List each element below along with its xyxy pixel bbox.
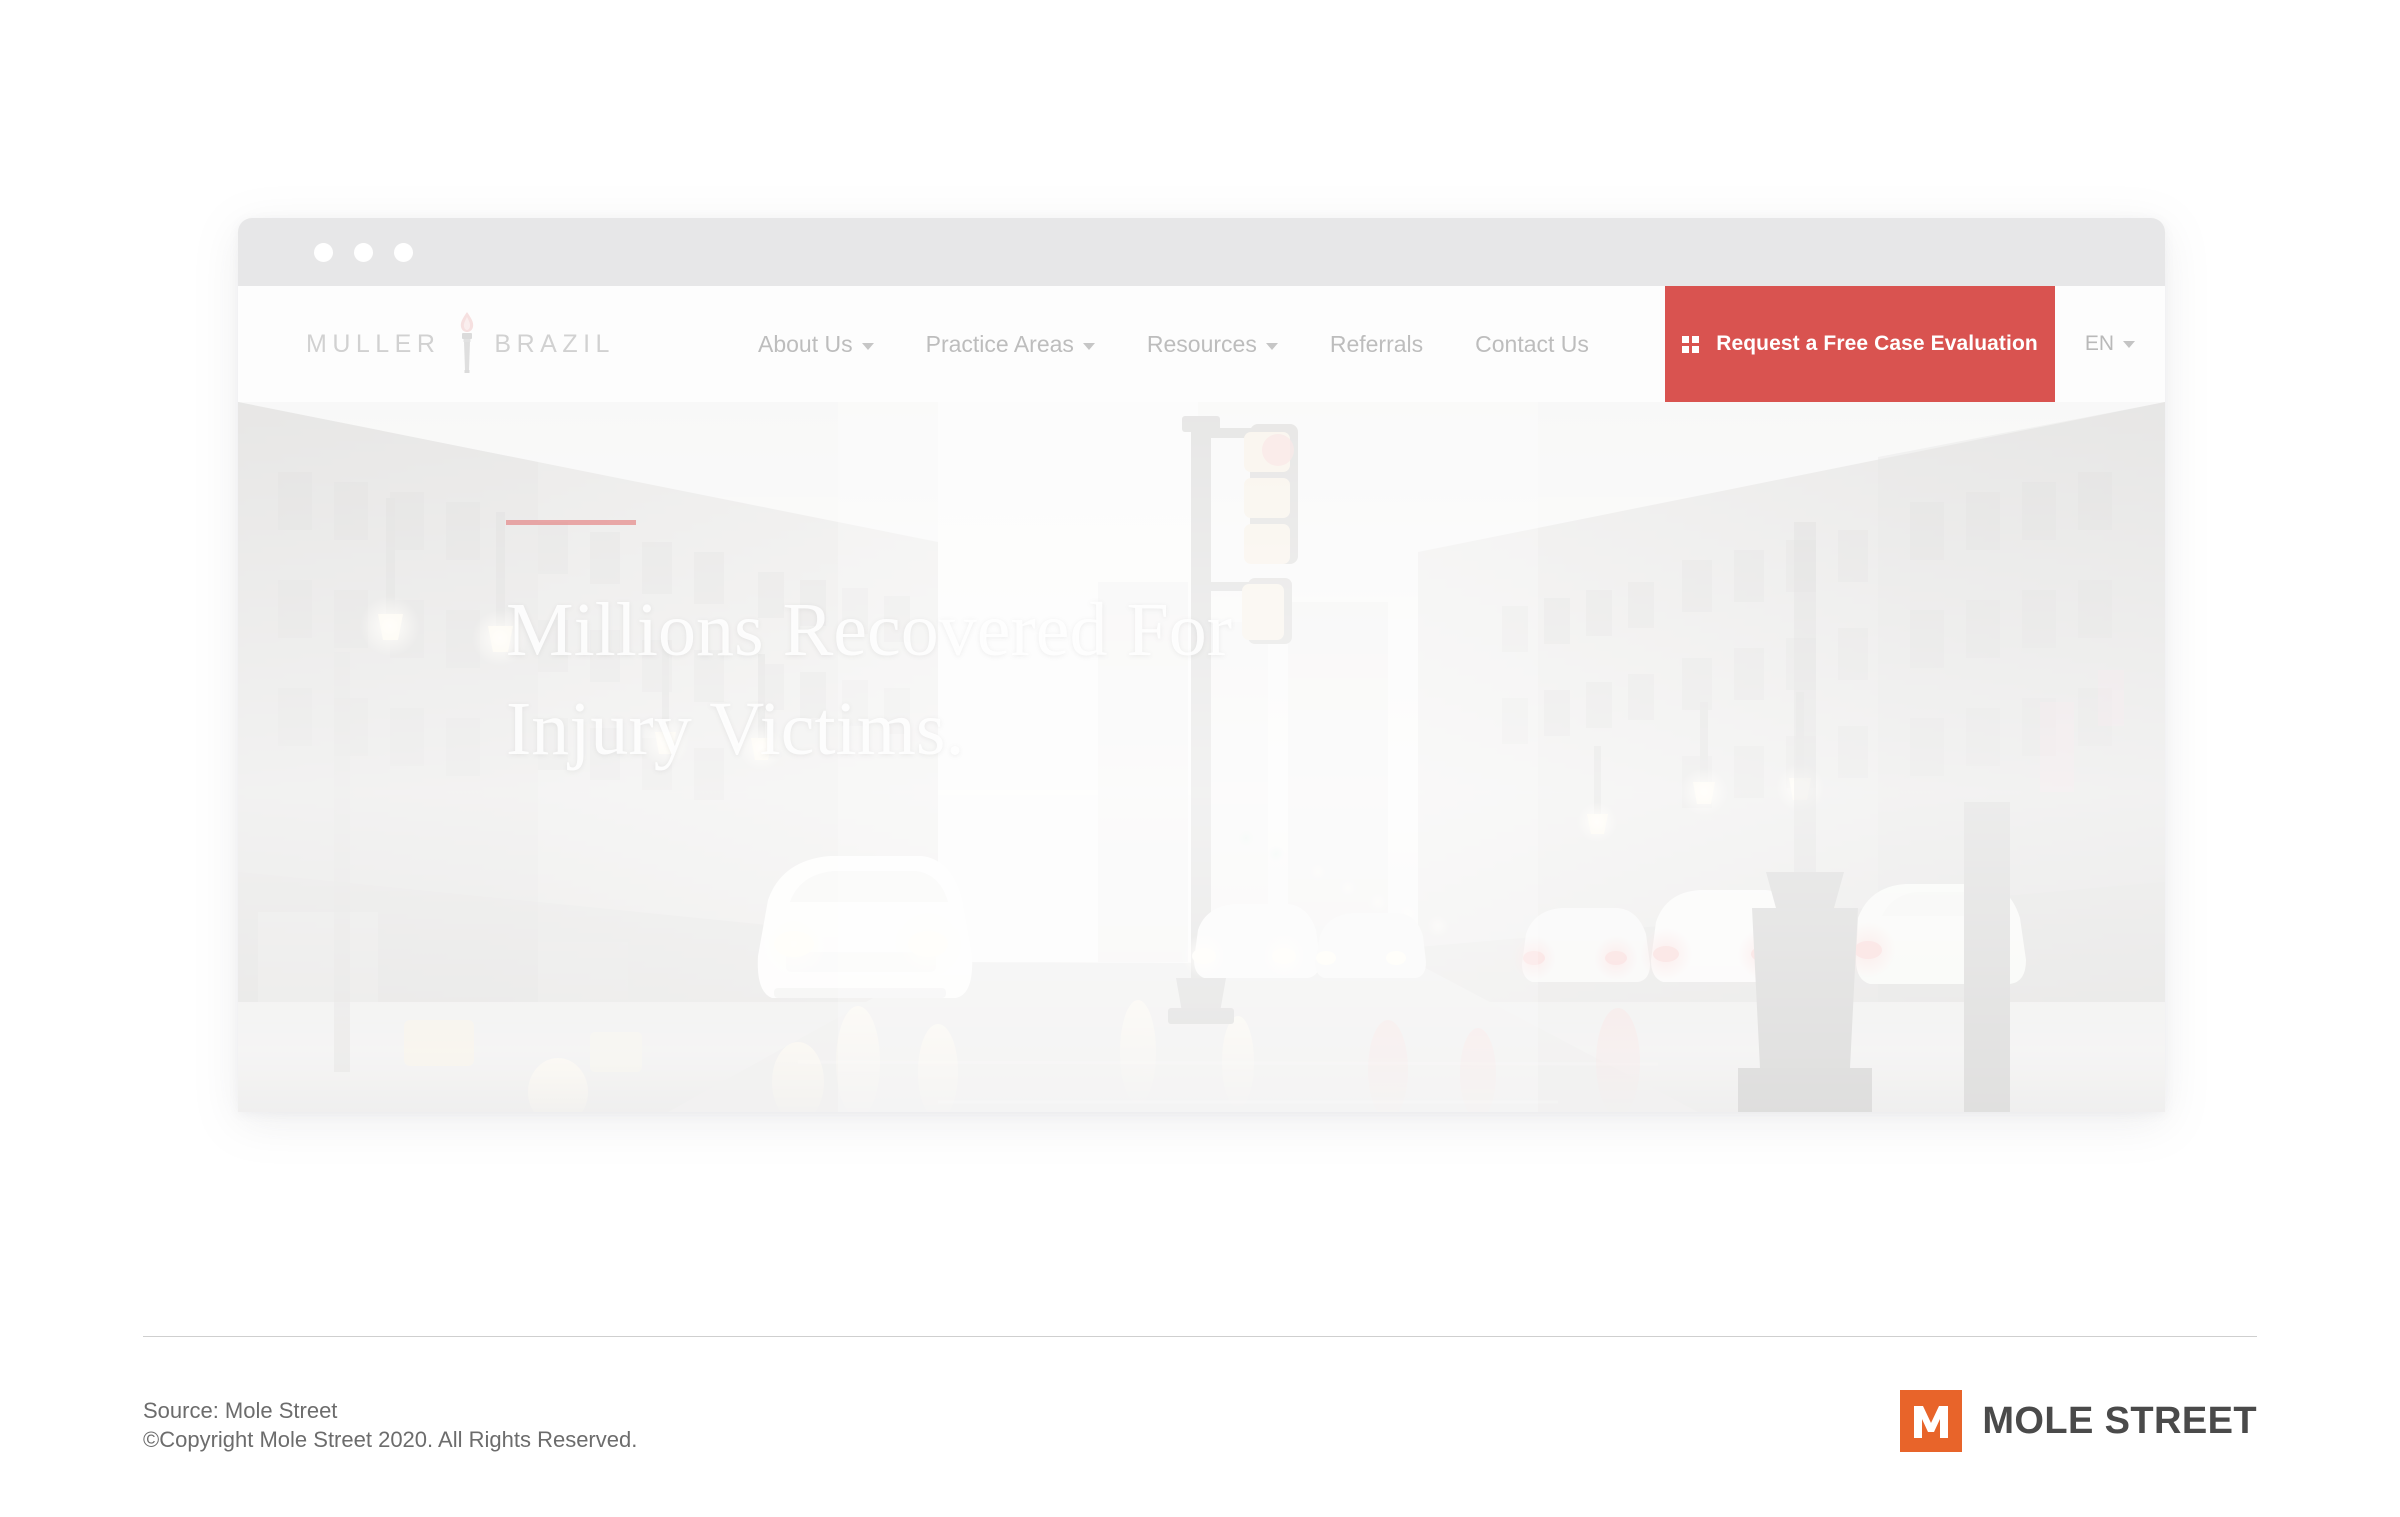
site-navigation-bar: MULLER BRAZIL About Us Practice Areas Re…: [238, 286, 2165, 402]
nav-label: Resources: [1146, 330, 1257, 357]
logo-word-left: MULLER: [306, 329, 441, 358]
site-logo[interactable]: MULLER BRAZIL: [238, 286, 758, 402]
minimize-dot[interactable]: [354, 242, 373, 262]
chevron-down-icon: [1082, 342, 1095, 350]
nav-label: Practice Areas: [925, 330, 1074, 357]
request-free-case-evaluation-button[interactable]: Request a Free Case Evaluation: [1665, 286, 2055, 402]
browser-window-mockup: MULLER BRAZIL About Us Practice Areas Re…: [238, 218, 2165, 1112]
nav-item-contact-us[interactable]: Contact Us: [1475, 331, 1589, 358]
hero-headline: Millions Recovered For Injury Victims.: [506, 588, 1233, 771]
cta-label: Request a Free Case Evaluation: [1716, 332, 2038, 355]
language-selector[interactable]: EN: [2055, 286, 2165, 402]
nav-item-practice-areas[interactable]: Practice Areas: [926, 331, 1095, 358]
logo-word-right: BRAZIL: [494, 329, 615, 358]
nav-item-referrals[interactable]: Referrals: [1330, 331, 1423, 358]
nav-label: Referrals: [1329, 330, 1424, 357]
close-dot[interactable]: [314, 242, 333, 262]
maximize-dot[interactable]: [394, 242, 413, 262]
footer-attribution: Source: Mole Street ©Copyright Mole Stre…: [143, 1396, 637, 1454]
mole-street-wordmark: MOLE STREET: [1982, 1399, 2257, 1442]
torch-icon: [454, 310, 480, 379]
footer-source-line: Source: Mole Street: [143, 1398, 338, 1423]
nav-label: Contact Us: [1475, 330, 1589, 357]
chevron-down-icon: [861, 342, 874, 350]
footer-divider: [143, 1336, 2257, 1337]
hero-content: Millions Recovered For Injury Victims.: [506, 520, 1232, 779]
chevron-down-icon: [1265, 342, 1278, 350]
chevron-down-icon: [2123, 340, 2136, 348]
nav-label: About Us: [758, 330, 853, 357]
footer-copyright-line: ©Copyright Mole Street 2020. All Rights …: [143, 1427, 638, 1452]
hero-accent-rule: [506, 520, 636, 525]
mole-street-mark-icon: [1900, 1390, 1963, 1452]
browser-chrome-bar: [238, 218, 2165, 286]
language-value: EN: [2084, 332, 2115, 355]
hero-banner: Millions Recovered For Injury Victims.: [238, 402, 2165, 1112]
nav-item-resources[interactable]: Resources: [1147, 331, 1278, 358]
primary-nav: About Us Practice Areas Resources Referr…: [758, 286, 1665, 402]
grid-icon: [1682, 335, 1700, 353]
mole-street-logo: MOLE STREET: [1900, 1390, 2257, 1452]
nav-item-about-us[interactable]: About Us: [758, 331, 874, 358]
